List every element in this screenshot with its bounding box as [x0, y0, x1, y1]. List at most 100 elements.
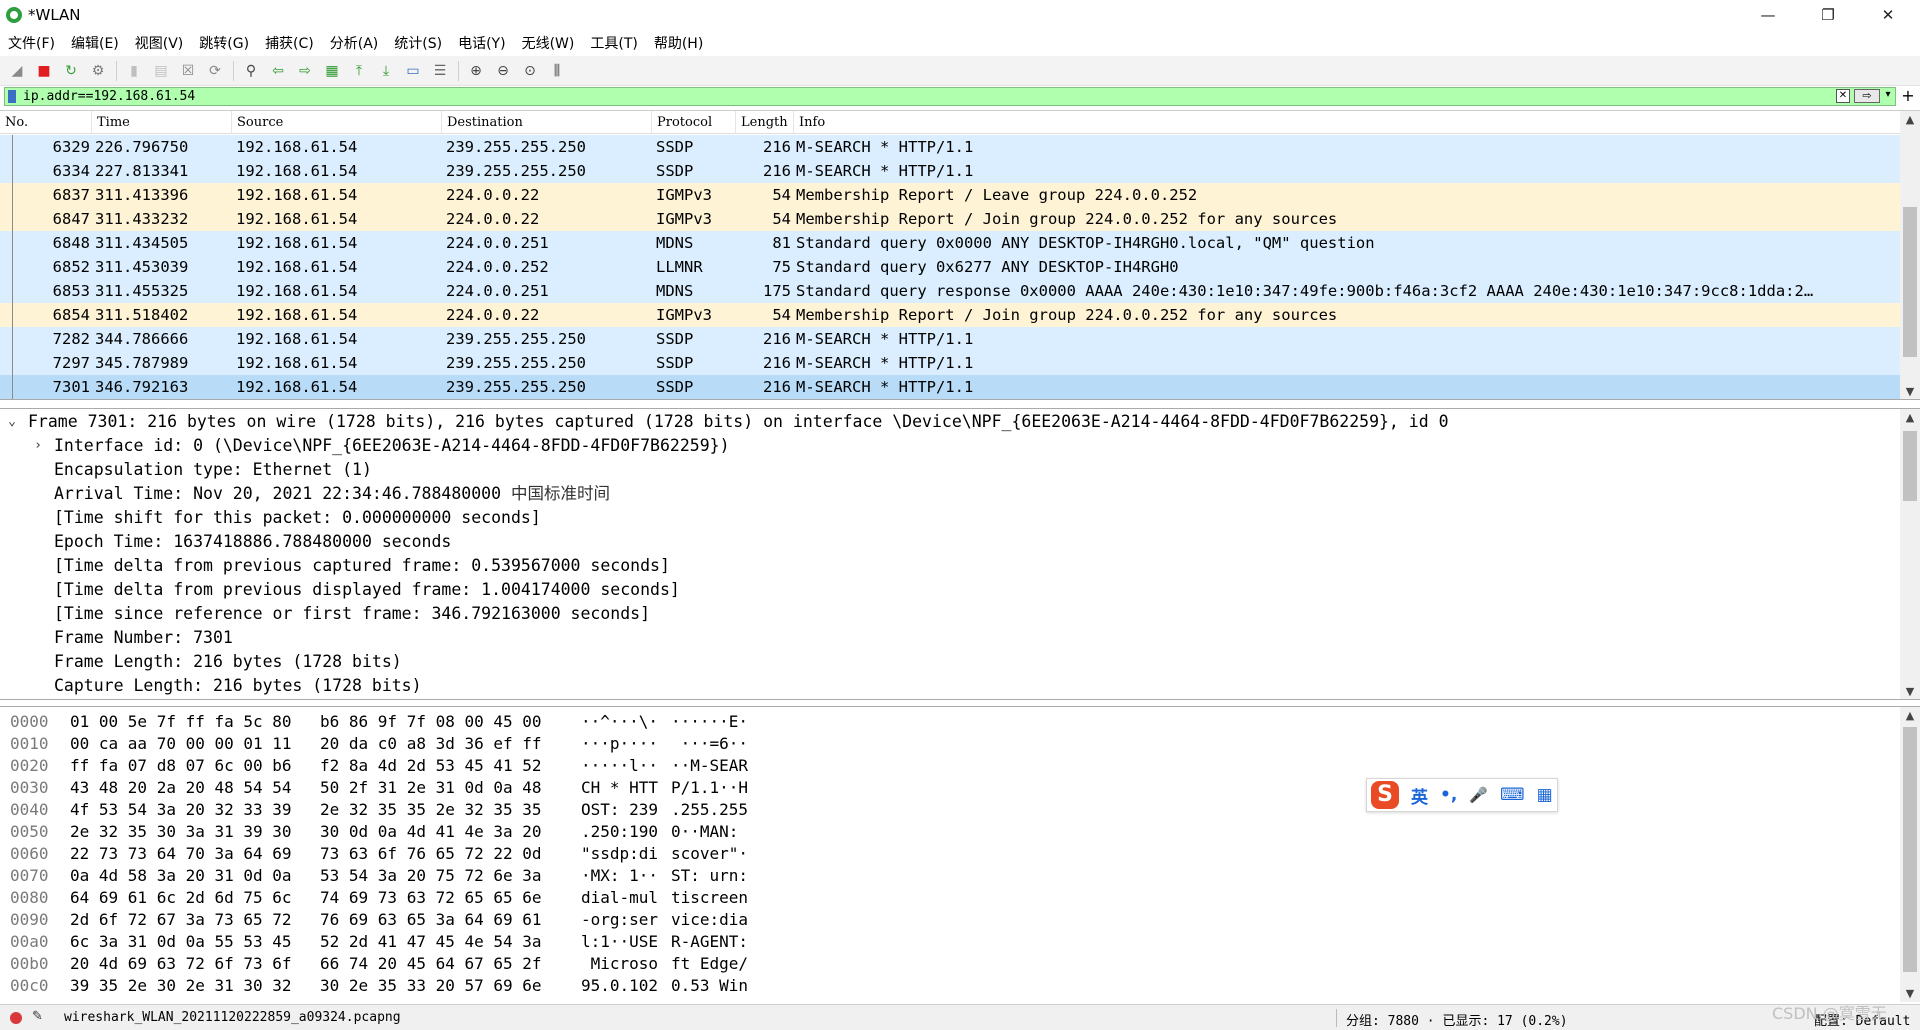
ime-language-toggle[interactable]: 英 — [1411, 783, 1428, 808]
collapse-chevron-icon[interactable]: ⌄ — [4, 410, 20, 434]
hex-row[interactable]: 00c0 39 35 2e 30 2e 31 30 32 30 2e 35 33 2… — [0, 975, 1900, 997]
filter-bookmark-icon[interactable] — [8, 90, 16, 103]
zoom-out-icon[interactable]: ⊖ — [492, 60, 514, 82]
packet-row[interactable]: 7297 345.787989 192.168.61.54 239.255.255.2… — [0, 351, 1900, 375]
scroll-down-icon[interactable]: ▼ — [1900, 383, 1920, 399]
hex-row[interactable]: 0040 4f 53 54 3a 20 32 33 39 2e 32 35 35 2… — [0, 799, 1900, 821]
menu-telephony[interactable]: 电话(Y) — [450, 33, 513, 53]
capture-comment-icon[interactable]: ✎ — [32, 1009, 43, 1024]
packet-list-scrollbar[interactable]: ▲ ▼ — [1900, 111, 1920, 399]
column-header-no[interactable]: No. — [0, 111, 92, 134]
find-packet-icon[interactable]: ⚲ — [240, 60, 262, 82]
bytes-scroll-thumb[interactable] — [1903, 727, 1917, 972]
add-filter-button[interactable]: + — [1900, 87, 1916, 106]
hex-row[interactable]: 0080 64 69 61 6c 2d 6d 75 6c 74 69 73 63 7… — [0, 887, 1900, 909]
column-header-source[interactable]: Source — [232, 111, 442, 134]
scroll-down-icon[interactable]: ▼ — [1900, 683, 1920, 699]
apply-filter-button[interactable]: ⇨ — [1854, 89, 1880, 103]
packet-row[interactable]: 6854 311.518402 192.168.61.54 224.0.0.22 IGM… — [0, 303, 1900, 327]
detail-tree-item[interactable]: [Time since reference or first frame: 34… — [0, 602, 1900, 626]
clear-filter-button[interactable]: ✕ — [1836, 89, 1850, 103]
packet-row[interactable]: 6848 311.434505 192.168.61.54 224.0.0.251 MD… — [0, 231, 1900, 255]
expand-chevron-icon[interactable]: › — [30, 434, 46, 458]
packet-row[interactable]: 6853 311.455325 192.168.61.54 224.0.0.251 MD… — [0, 279, 1900, 303]
go-to-packet-icon[interactable]: ▦ — [321, 60, 343, 82]
sogou-logo-icon[interactable]: S — [1371, 781, 1399, 809]
zoom-in-icon[interactable]: ⊕ — [465, 60, 487, 82]
packet-row[interactable]: 6837 311.413396 192.168.61.54 224.0.0.22 IGM… — [0, 183, 1900, 207]
hex-row[interactable]: 0050 2e 32 35 30 3a 31 39 30 30 0d 0a 4d 4… — [0, 821, 1900, 843]
hex-row[interactable]: 0020 ff fa 07 d8 07 6c 00 b6 f2 8a 4d 2d 5… — [0, 755, 1900, 777]
hex-row[interactable]: 0060 22 73 73 64 70 3a 64 69 73 63 6f 76 6… — [0, 843, 1900, 865]
column-header-destination[interactable]: Destination — [442, 111, 652, 134]
detail-tree-item[interactable]: [Time delta from previous displayed fram… — [0, 578, 1900, 602]
hex-row[interactable]: 0010 00 ca aa 70 00 00 01 11 20 da c0 a8 3… — [0, 733, 1900, 755]
hex-row[interactable]: 0030 43 48 20 2a 20 48 54 54 50 2f 31 2e 3… — [0, 777, 1900, 799]
ime-punctuation-icon[interactable]: •, — [1440, 785, 1457, 805]
resize-columns-icon[interactable]: ⫼ — [546, 60, 568, 82]
detail-tree-item[interactable]: Arrival Time: Nov 20, 2021 22:34:46.7884… — [0, 482, 1900, 506]
bytes-scrollbar[interactable]: ▲ ▼ — [1900, 707, 1920, 1002]
close-button[interactable]: ✕ — [1860, 0, 1916, 30]
colorize-icon[interactable]: ☰ — [429, 60, 451, 82]
shark-fin-start-icon[interactable]: ◢ — [6, 60, 28, 82]
autoscroll-icon[interactable]: ▭ — [402, 60, 424, 82]
packet-row[interactable]: 7282 344.786666 192.168.61.54 239.255.255.2… — [0, 327, 1900, 351]
packet-row[interactable]: 6329 226.796750 192.168.61.54 239.255.255.2… — [0, 135, 1900, 159]
hex-row[interactable]: 00b0 20 4d 69 63 72 6f 73 6f 66 74 20 45 6… — [0, 953, 1900, 975]
detail-tree-item[interactable]: Frame Length: 216 bytes (1728 bits) — [0, 650, 1900, 674]
detail-tree-item[interactable]: Capture Length: 216 bytes (1728 bits) — [0, 674, 1900, 698]
menu-view[interactable]: 视图(V) — [127, 33, 192, 53]
menu-go[interactable]: 跳转(G) — [191, 33, 257, 53]
menu-statistics[interactable]: 统计(S) — [386, 33, 450, 53]
column-header-time[interactable]: Time — [92, 111, 232, 134]
column-header-protocol[interactable]: Protocol — [652, 111, 736, 134]
menu-edit[interactable]: 编辑(E) — [63, 33, 127, 53]
hex-row[interactable]: 0070 0a 4d 58 3a 20 31 0d 0a 53 54 3a 20 7… — [0, 865, 1900, 887]
detail-tree-item[interactable]: [Time shift for this packet: 0.000000000… — [0, 506, 1900, 530]
details-scroll-thumb[interactable] — [1903, 431, 1917, 501]
reload-file-icon[interactable]: ⟳ — [204, 60, 226, 82]
filter-history-dropdown[interactable]: ▾ — [1882, 89, 1894, 103]
detail-tree-item[interactable]: ⌄ Frame 7301: 216 bytes on wire (1728 bit… — [0, 410, 1900, 434]
detail-tree-item[interactable]: Epoch Time: 1637418886.788480000 seconds — [0, 530, 1900, 554]
packet-row[interactable]: 6847 311.433232 192.168.61.54 224.0.0.22 IGM… — [0, 207, 1900, 231]
menu-tools[interactable]: 工具(T) — [582, 33, 645, 53]
menu-file[interactable]: 文件(F) — [0, 33, 63, 53]
ime-keyboard-icon[interactable]: ⌨ — [1500, 785, 1525, 805]
menu-wireless[interactable]: 无线(W) — [514, 33, 583, 53]
scroll-up-icon[interactable]: ▲ — [1900, 409, 1920, 427]
details-scrollbar[interactable]: ▲ ▼ — [1900, 409, 1920, 699]
detail-tree-item[interactable]: Frame Number: 7301 — [0, 626, 1900, 650]
display-filter-input[interactable]: ip.addr==192.168.61.54 — [4, 87, 1896, 106]
last-packet-icon[interactable]: ⤓ — [375, 60, 397, 82]
packet-row[interactable]: 6852 311.453039 192.168.61.54 224.0.0.252 LL… — [0, 255, 1900, 279]
open-file-icon[interactable]: ▮ — [123, 60, 145, 82]
minimize-button[interactable]: — — [1740, 0, 1796, 30]
hex-row[interactable]: 0090 2d 6f 72 67 3a 73 65 72 76 69 63 65 3… — [0, 909, 1900, 931]
scroll-down-icon[interactable]: ▼ — [1900, 985, 1920, 1002]
menu-help[interactable]: 帮助(H) — [646, 33, 711, 53]
detail-tree-item[interactable]: Encapsulation type: Ethernet (1) — [0, 458, 1900, 482]
hex-row[interactable]: 0000 01 00 5e 7f ff fa 5c 80 b6 86 9f 7f 0… — [0, 711, 1900, 733]
stop-capture-icon[interactable]: ■ — [33, 60, 55, 82]
packet-row[interactable]: 6334 227.813341 192.168.61.54 239.255.255.2… — [0, 159, 1900, 183]
detail-tree-item[interactable]: › Interface id: 0 (\Device\NPF_{6EE2063E-… — [0, 434, 1900, 458]
column-header-length[interactable]: Length — [736, 111, 794, 134]
scroll-up-icon[interactable]: ▲ — [1900, 707, 1920, 725]
capture-options-icon[interactable]: ⚙ — [87, 60, 109, 82]
hex-row[interactable]: 00a0 6c 3a 31 0d 0a 55 53 45 52 2d 41 47 4… — [0, 931, 1900, 953]
detail-tree-item[interactable]: [Time delta from previous captured frame… — [0, 554, 1900, 578]
scroll-up-icon[interactable]: ▲ — [1900, 111, 1920, 129]
close-file-icon[interactable]: ☒ — [177, 60, 199, 82]
packet-list-scroll-thumb[interactable] — [1903, 207, 1917, 357]
go-back-icon[interactable]: ⇦ — [267, 60, 289, 82]
restart-capture-icon[interactable]: ↻ — [60, 60, 82, 82]
zoom-normal-icon[interactable]: ⊙ — [519, 60, 541, 82]
menu-analyze[interactable]: 分析(A) — [322, 33, 387, 53]
packet-row[interactable]: 7301 346.792163 192.168.61.54 239.255.255.2… — [0, 375, 1900, 399]
menu-capture[interactable]: 捕获(C) — [257, 33, 322, 53]
first-packet-icon[interactable]: ⤒ — [348, 60, 370, 82]
go-forward-icon[interactable]: ⇨ — [294, 60, 316, 82]
maximize-button[interactable]: ❐ — [1800, 0, 1856, 30]
